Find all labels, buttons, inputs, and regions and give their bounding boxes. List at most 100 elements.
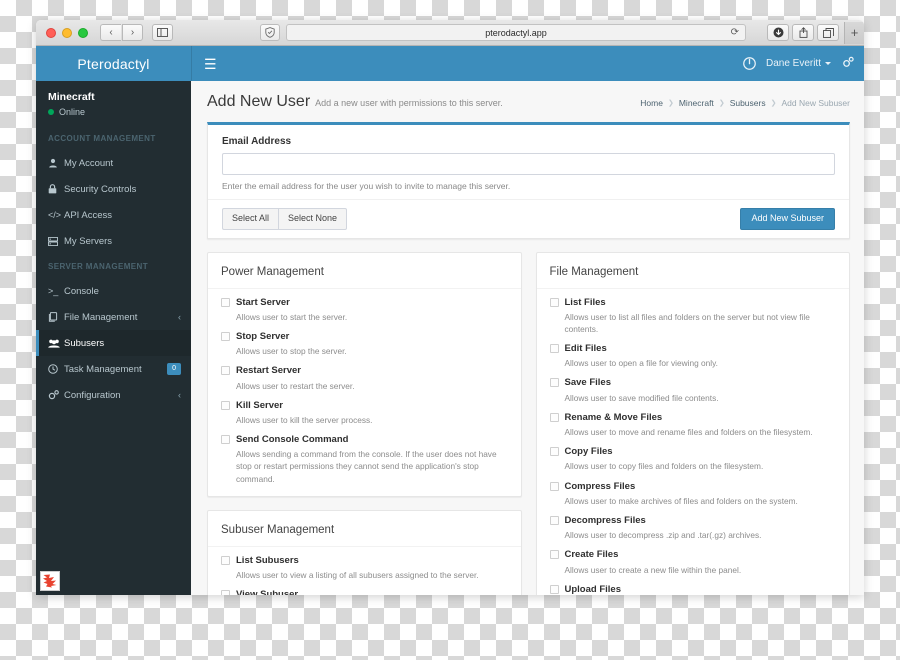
permission-item[interactable]: Copy Files Allows user to copy files and… xyxy=(549,446,837,472)
gear-glyph xyxy=(843,56,854,67)
panel-title: Subuser Management xyxy=(221,523,335,536)
forward-icon[interactable]: › xyxy=(122,24,143,41)
checkbox[interactable] xyxy=(221,435,230,445)
gear-icon[interactable] xyxy=(841,56,854,71)
checkbox[interactable] xyxy=(549,344,559,354)
sidebar-item-my-servers[interactable]: My Servers xyxy=(36,228,191,254)
back-icon[interactable]: ‹ xyxy=(100,24,121,41)
sidebar-item-task-management[interactable]: Task Management 0 xyxy=(36,356,191,382)
url-text: pterodactyl.app xyxy=(485,27,547,38)
panel-header: Power Management xyxy=(208,253,521,289)
shield-icon[interactable] xyxy=(260,24,280,41)
reload-icon[interactable]: ⟳ xyxy=(731,27,739,38)
permission-description: Allows user to start the server. xyxy=(236,312,348,323)
server-list-icon xyxy=(48,236,64,246)
user-icon xyxy=(48,158,64,168)
permission-name: Kill Server xyxy=(236,399,283,411)
sidebar-item-security-controls[interactable]: Security Controls xyxy=(36,176,191,202)
permission-name: Rename & Move Files xyxy=(564,411,663,423)
permission-description: Allows user to restart the server. xyxy=(236,380,355,391)
permission-item[interactable]: Create Files Allows user to create a new… xyxy=(549,549,837,575)
close-window-button[interactable] xyxy=(46,27,56,38)
permission-name: List Subusers xyxy=(236,554,299,566)
lock-glyph xyxy=(48,184,57,194)
sidebar-item-api-access[interactable]: </> API Access xyxy=(36,202,191,228)
permission-item[interactable]: Rename & Move Files Allows user to move … xyxy=(549,411,837,438)
sidebar-label: Configuration xyxy=(64,389,121,401)
checkbox[interactable] xyxy=(549,447,559,457)
permission-name: Start Server xyxy=(236,296,290,308)
email-field[interactable] xyxy=(222,153,835,175)
tabs-overview-icon[interactable] xyxy=(817,24,839,41)
checkbox[interactable] xyxy=(221,589,230,595)
sidebar-item-my-account[interactable]: My Account xyxy=(36,150,191,176)
checkbox[interactable] xyxy=(221,297,230,307)
address-bar[interactable]: pterodactyl.app ⟳ xyxy=(286,24,746,41)
add-new-subuser-button[interactable]: Add New Subuser xyxy=(740,208,835,230)
checkbox[interactable] xyxy=(221,555,230,565)
permission-item[interactable]: List Files Allows user to list all files… xyxy=(549,297,837,335)
panel-body: Start Server Allows user to start the se… xyxy=(208,289,521,496)
checkbox[interactable] xyxy=(221,332,230,342)
permission-item[interactable]: Decompress Files Allows user to decompre… xyxy=(549,515,837,541)
permission-item[interactable]: View Subuser Allows user to view permiss… xyxy=(221,589,508,595)
sidebar-label: File Management xyxy=(64,311,138,323)
checkbox[interactable] xyxy=(549,515,559,525)
main-content: Add New User Add a new user with permiss… xyxy=(191,46,864,595)
breadcrumb-separator: ❯ xyxy=(770,100,777,107)
sidebar-item-subusers[interactable]: Subusers xyxy=(36,330,191,356)
task-count-badge: 0 xyxy=(167,363,181,376)
checkbox[interactable] xyxy=(221,400,230,410)
permission-item[interactable]: Compress Files Allows user to make archi… xyxy=(549,481,837,507)
hamburger-menu-icon[interactable]: ☰ xyxy=(204,57,217,71)
checkbox[interactable] xyxy=(221,366,230,376)
sidebar-item-file-management[interactable]: File Management ‹ xyxy=(36,304,191,330)
browser-nav-buttons[interactable]: ‹ › xyxy=(100,24,173,41)
browser-toolbar-right[interactable]: + xyxy=(767,21,864,44)
sidebar-label: Subusers xyxy=(64,337,105,349)
new-tab-button[interactable]: + xyxy=(844,21,864,44)
permission-item[interactable]: Restart Server Allows user to restart th… xyxy=(221,365,508,391)
sidebar-toggle-icon[interactable] xyxy=(152,24,173,41)
select-button-group[interactable]: Select All Select None xyxy=(222,208,348,230)
user-name: Dane Everitt xyxy=(765,58,821,69)
permission-item[interactable]: Upload Files Allows user to upload files… xyxy=(549,584,837,595)
sidebar-label: My Servers xyxy=(64,235,113,247)
minimize-window-button[interactable] xyxy=(62,27,72,38)
permission-item[interactable]: Save Files Allows user to save modified … xyxy=(549,377,837,403)
permission-item[interactable]: Start Server Allows user to start the se… xyxy=(221,297,508,323)
permission-item[interactable]: Stop Server Allows user to stop the serv… xyxy=(221,331,508,357)
permission-item[interactable]: Kill Server Allows user to kill the serv… xyxy=(221,400,508,426)
share-glyph xyxy=(799,27,807,38)
permission-description: Allows user to save modified file conten… xyxy=(564,392,719,403)
download-icon[interactable] xyxy=(767,24,789,41)
brand-logo[interactable]: Pterodactyl xyxy=(36,46,191,81)
breadcrumb-subusers[interactable]: Subusers xyxy=(730,98,766,108)
checkbox[interactable] xyxy=(549,297,559,307)
users-glyph xyxy=(48,339,60,348)
checkbox[interactable] xyxy=(549,378,559,388)
permission-name: Edit Files xyxy=(564,343,607,355)
checkbox[interactable] xyxy=(549,550,559,560)
permission-description: Allows user to kill the server process. xyxy=(236,415,373,426)
permission-text: Stop Server Allows user to stop the serv… xyxy=(236,331,508,357)
content-scroll-region[interactable]: Add New User Add a new user with permiss… xyxy=(191,81,864,595)
breadcrumb-home[interactable]: Home xyxy=(640,98,663,108)
select-none-button[interactable]: Select None xyxy=(278,208,348,230)
permission-item[interactable]: Send Console Command Allows sending a co… xyxy=(221,434,508,484)
checkbox[interactable] xyxy=(549,481,559,491)
sidebar-item-console[interactable]: >_ Console xyxy=(36,278,191,304)
sidebar-item-configuration[interactable]: Configuration ‹ xyxy=(36,382,191,408)
power-icon[interactable] xyxy=(743,57,756,70)
breadcrumb-minecraft[interactable]: Minecraft xyxy=(679,98,714,108)
gears-glyph xyxy=(48,390,59,400)
window-controls[interactable] xyxy=(42,27,88,38)
user-menu[interactable]: Dane Everitt xyxy=(766,58,831,69)
select-all-button[interactable]: Select All xyxy=(222,208,279,230)
maximize-window-button[interactable] xyxy=(78,27,88,38)
checkbox[interactable] xyxy=(549,412,559,422)
share-icon[interactable] xyxy=(792,24,814,41)
checkbox[interactable] xyxy=(549,584,559,594)
permission-item[interactable]: List Subusers Allows user to view a list… xyxy=(221,555,508,581)
permission-item[interactable]: Edit Files Allows user to open a file fo… xyxy=(549,343,837,369)
